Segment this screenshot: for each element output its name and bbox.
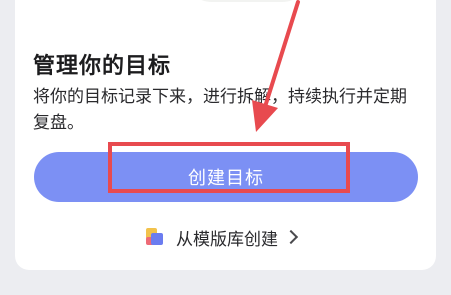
create-from-template-link[interactable]: 从模版库创建 — [146, 224, 299, 250]
goal-illustration — [182, 0, 312, 2]
create-from-template-label: 从模版库创建 — [176, 229, 278, 250]
chevron-right-icon — [283, 229, 299, 245]
card-description: 将你的目标记录下来，进行拆解，持续执行并定期复盘。 — [33, 87, 407, 133]
card-title: 管理你的目标 — [33, 54, 172, 79]
create-goal-button[interactable]: 创建目标 — [34, 152, 418, 202]
create-goal-button-label: 创建目标 — [188, 168, 264, 189]
template-library-icon — [146, 228, 164, 246]
